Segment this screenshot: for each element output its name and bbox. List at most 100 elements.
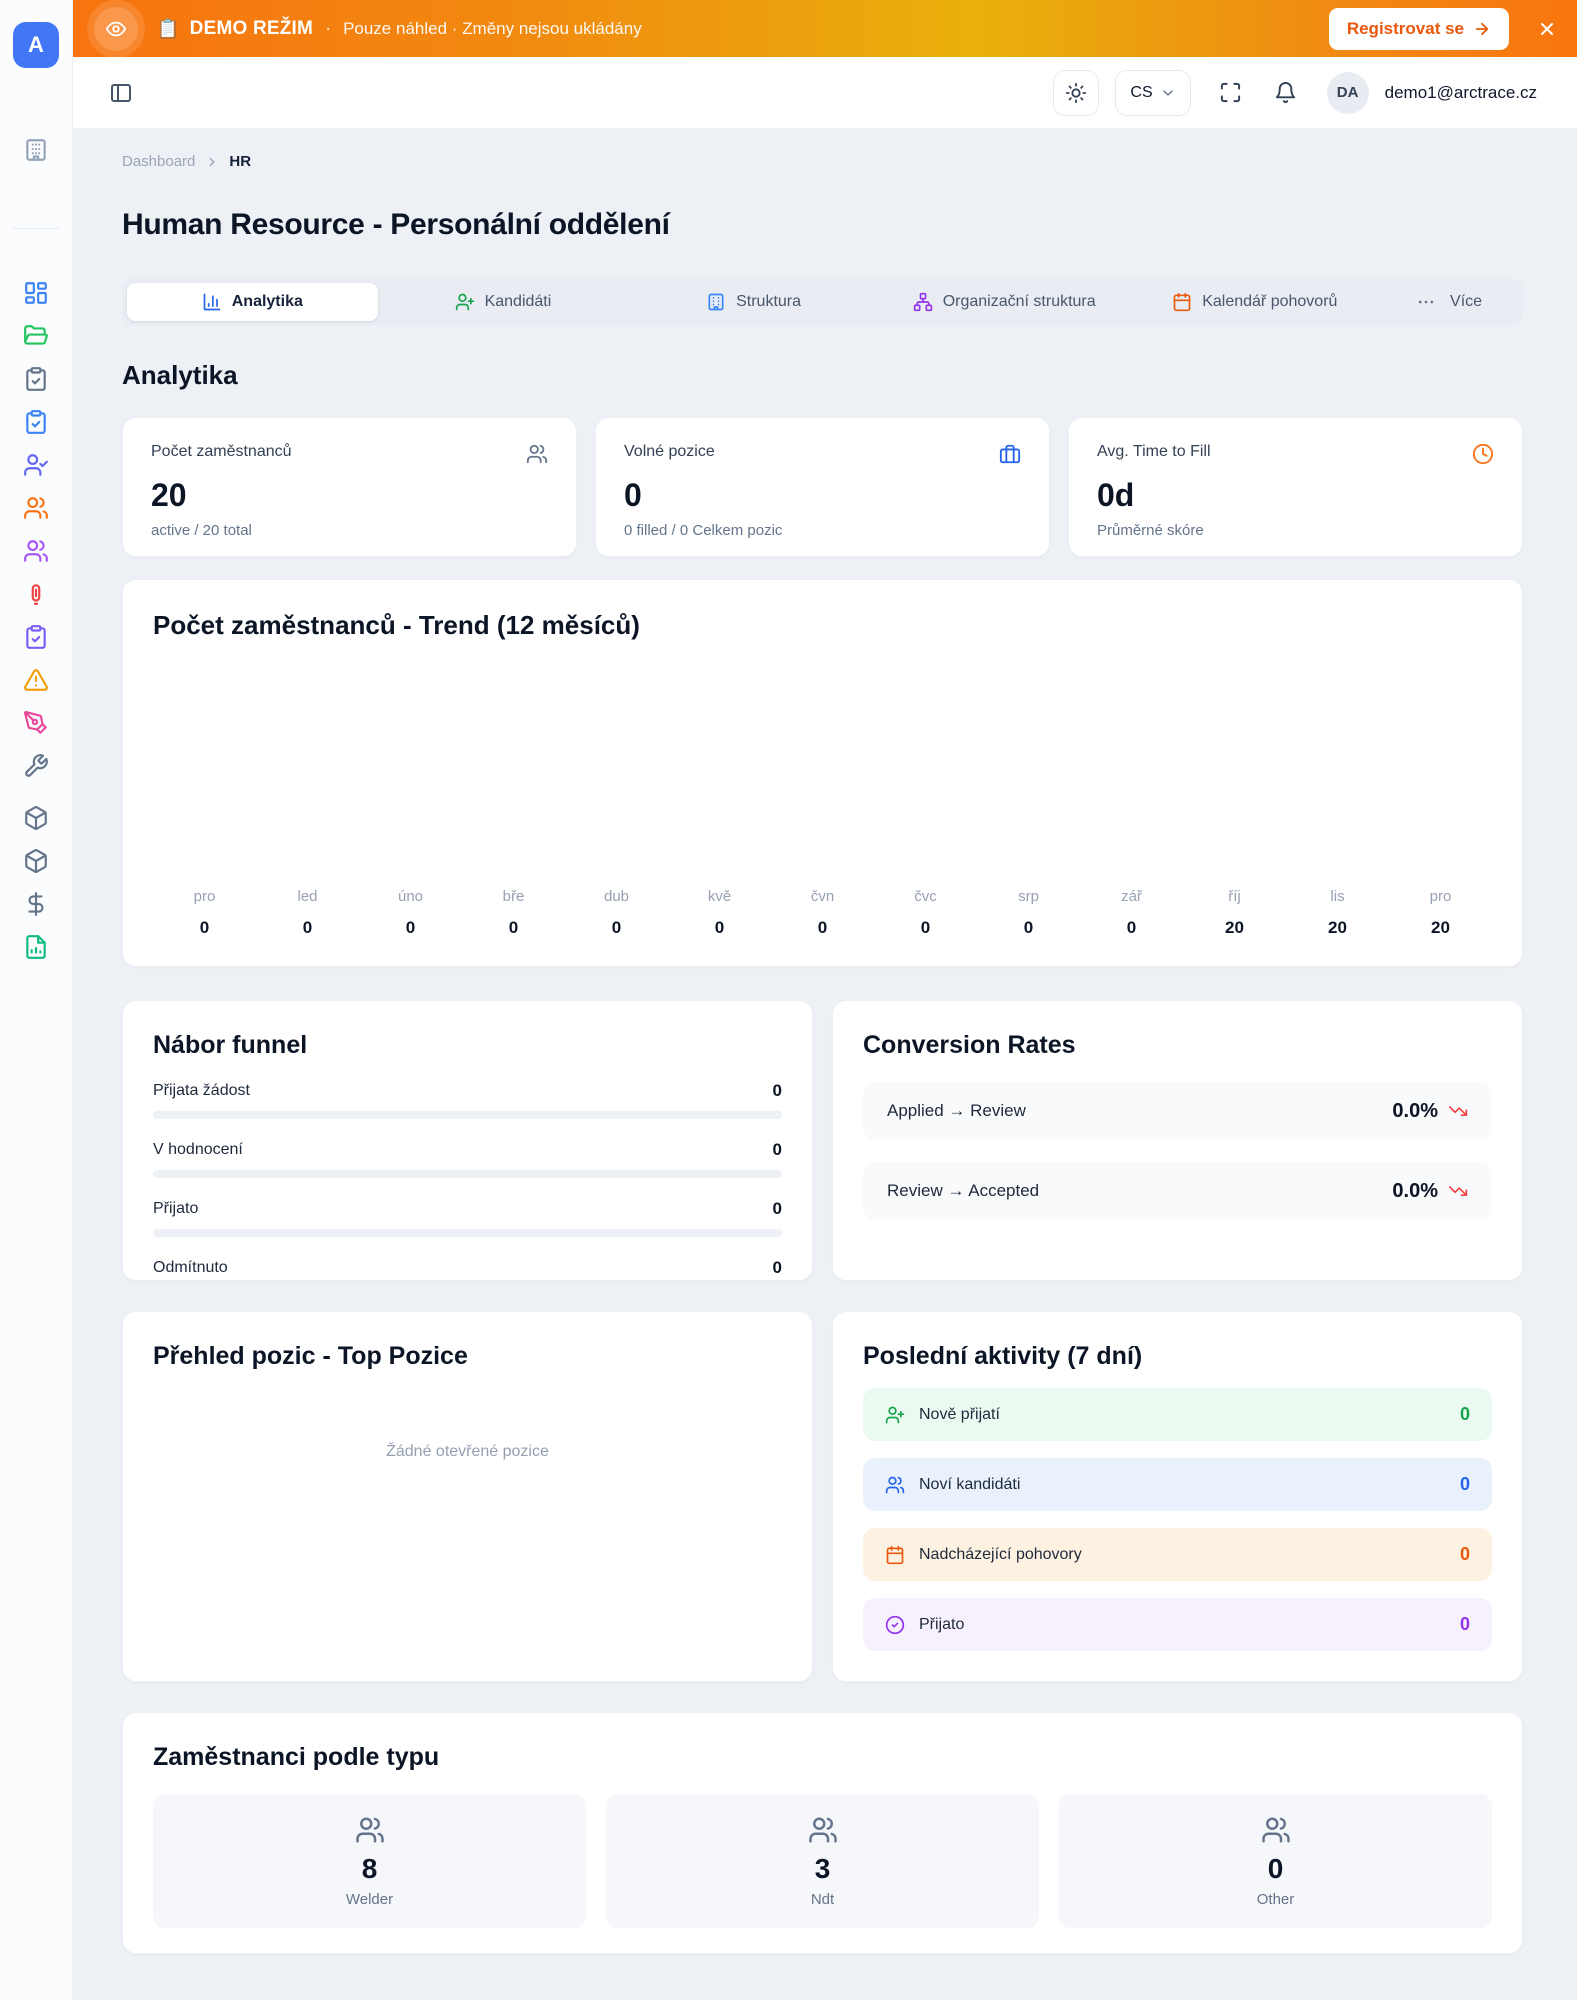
pen-tool-icon[interactable] bbox=[23, 710, 49, 736]
clipboard-check-purple-icon[interactable] bbox=[23, 624, 49, 650]
app-logo[interactable]: A bbox=[13, 22, 59, 68]
section-heading: Analytika bbox=[122, 360, 238, 390]
funnel-value: 0 bbox=[772, 1199, 782, 1218]
package-icon[interactable] bbox=[23, 848, 49, 874]
month-label: říj bbox=[1228, 888, 1241, 905]
wrench-icon[interactable] bbox=[23, 753, 49, 779]
avatar[interactable]: DA bbox=[1326, 71, 1369, 114]
month-label: dub bbox=[603, 888, 630, 905]
month-value: 0 bbox=[1126, 918, 1137, 937]
warning-triangle-icon[interactable] bbox=[23, 667, 49, 693]
theme-toggle-button[interactable] bbox=[1053, 69, 1100, 116]
package-icon[interactable] bbox=[23, 805, 49, 831]
month-value: 0 bbox=[714, 918, 725, 937]
clipboard-check-gray-icon[interactable] bbox=[23, 366, 49, 392]
type-label: Other bbox=[1256, 1890, 1295, 1908]
conversion-label: Applied → Review bbox=[887, 1101, 1026, 1120]
month-label: pro bbox=[193, 888, 216, 905]
funnel-label: V hodnocení bbox=[153, 1141, 243, 1158]
type-count: 3 bbox=[814, 1852, 831, 1884]
sidebar-toggle-button[interactable] bbox=[105, 77, 137, 109]
type-count: 8 bbox=[361, 1852, 378, 1884]
stat-value: 0 bbox=[624, 477, 642, 513]
report-chart-icon[interactable] bbox=[23, 934, 49, 960]
chevron-down-icon bbox=[1160, 85, 1176, 101]
register-button[interactable]: Registrovat se bbox=[1328, 7, 1509, 50]
close-icon bbox=[1537, 19, 1557, 39]
funnel-value: 0 bbox=[772, 1258, 782, 1277]
tab-more[interactable]: Více bbox=[1380, 283, 1518, 321]
progress-bar bbox=[153, 1229, 782, 1237]
breadcrumb-dashboard[interactable]: Dashboard bbox=[122, 153, 195, 170]
type-tile-welder: 8 Welder bbox=[153, 1794, 586, 1928]
breadcrumb: Dashboard HR bbox=[122, 153, 1523, 170]
tab-struktura[interactable]: Struktura bbox=[628, 283, 879, 321]
close-banner-button[interactable] bbox=[1533, 15, 1561, 43]
fullscreen-button[interactable] bbox=[1215, 77, 1246, 108]
building-icon bbox=[706, 292, 726, 312]
trend-column: čvn 0 bbox=[771, 888, 874, 938]
month-value: 0 bbox=[508, 918, 519, 937]
tab-organizacni-struktura[interactable]: Organizační struktura bbox=[879, 283, 1130, 321]
language-select[interactable]: CS bbox=[1115, 69, 1191, 116]
user-check-icon[interactable] bbox=[23, 452, 49, 478]
eye-icon bbox=[94, 6, 138, 51]
notifications-button[interactable] bbox=[1270, 77, 1301, 108]
month-label: úno bbox=[397, 888, 424, 905]
trend-chart-card: Počet zaměstnanců - Trend (12 měsíců) pr… bbox=[122, 579, 1523, 967]
users-icon bbox=[808, 1815, 838, 1845]
funnel-row: V hodnocení 0 bbox=[153, 1140, 782, 1178]
trend-column: lis 20 bbox=[1286, 888, 1389, 938]
folder-open-icon[interactable] bbox=[23, 323, 49, 349]
stat-subtext: active / 20 total bbox=[151, 522, 252, 539]
tab-kandidati[interactable]: Kandidáti bbox=[378, 283, 629, 321]
activity-label: Nově přijatí bbox=[919, 1405, 1000, 1423]
conversion-value: 0.0% bbox=[1392, 1099, 1438, 1122]
user-email[interactable]: demo1@arctrace.cz bbox=[1385, 83, 1537, 103]
funnel-label: Přijato bbox=[153, 1200, 199, 1217]
dashboard-grid-icon[interactable] bbox=[23, 280, 49, 306]
trending-down-icon bbox=[1448, 1101, 1468, 1121]
clipboard-check-blue-icon[interactable] bbox=[23, 409, 49, 435]
month-value: 0 bbox=[199, 918, 210, 937]
user-plus-icon bbox=[455, 292, 475, 312]
building-icon[interactable] bbox=[23, 137, 49, 163]
tab-bar: Analytika Kandidáti Struktura Organizačn… bbox=[122, 278, 1523, 326]
month-label: kvě bbox=[707, 888, 732, 905]
trend-column: dub 0 bbox=[565, 888, 668, 938]
dollar-icon[interactable] bbox=[23, 891, 49, 917]
employees-by-type-title: Zaměstnanci podle typu bbox=[153, 1743, 440, 1771]
clock-icon bbox=[1472, 443, 1494, 465]
empty-state-text: Žádné otevřené pozice bbox=[386, 1443, 549, 1460]
ellipsis-icon bbox=[1416, 292, 1436, 312]
conversion-value: 0.0% bbox=[1392, 1179, 1438, 1202]
stat-value: 20 bbox=[151, 477, 187, 513]
trend-column: led 0 bbox=[256, 888, 359, 938]
page-title: Human Resource - Personální oddělení bbox=[122, 208, 670, 241]
trend-column: bře 0 bbox=[462, 888, 565, 938]
top-positions-title: Přehled pozic - Top Pozice bbox=[153, 1342, 468, 1370]
users-orange-icon[interactable] bbox=[23, 495, 49, 521]
conversion-label: Review → Accepted bbox=[887, 1181, 1040, 1200]
month-label: srp bbox=[1018, 888, 1039, 905]
maximize-icon bbox=[1219, 81, 1242, 104]
fire-extinguisher-icon[interactable] bbox=[23, 581, 49, 607]
month-label: bře bbox=[502, 888, 525, 905]
users-purple-icon[interactable] bbox=[23, 538, 49, 564]
user-plus-icon bbox=[885, 1405, 905, 1425]
trend-column: čvc 0 bbox=[874, 888, 977, 938]
month-value: 20 bbox=[1431, 918, 1450, 937]
tab-label: Analytika bbox=[231, 293, 303, 310]
type-label: Ndt bbox=[810, 1890, 835, 1908]
month-label: čvc bbox=[914, 888, 937, 905]
type-count: 0 bbox=[1267, 1852, 1284, 1884]
bar-chart-icon bbox=[202, 292, 222, 312]
stat-cards: Počet zaměstnanců 20 active / 20 total V… bbox=[122, 417, 1523, 557]
stat-label: Volné pozice bbox=[624, 443, 715, 460]
stat-subtext: 0 filled / 0 Celkem pozic bbox=[624, 522, 783, 539]
trend-column: pro 0 bbox=[153, 888, 256, 938]
activity-value: 0 bbox=[1459, 1544, 1470, 1564]
tab-kalendar-pohovoru[interactable]: Kalendář pohovorů bbox=[1130, 283, 1381, 321]
tab-label: Kalendář pohovorů bbox=[1202, 293, 1338, 310]
tab-analytika[interactable]: Analytika bbox=[127, 283, 378, 321]
